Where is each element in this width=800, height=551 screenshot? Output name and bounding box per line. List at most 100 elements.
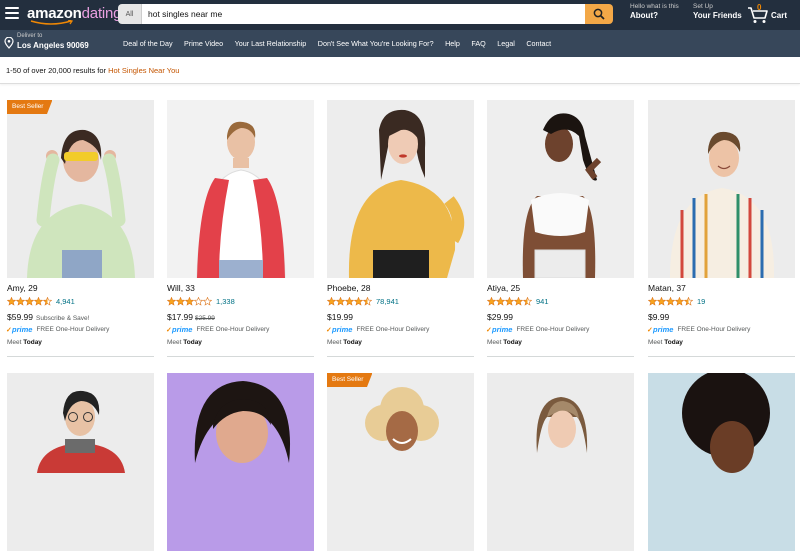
meet-day: Today bbox=[343, 339, 362, 346]
amazon-dating-logo[interactable]: amazondating bbox=[27, 5, 122, 27]
best-seller-badge: Best Seller bbox=[327, 373, 373, 387]
search-icon bbox=[593, 8, 605, 20]
product-rating[interactable]: 941 bbox=[487, 296, 549, 306]
prime-delivery-row: ✓ prime FREE One-Hour Delivery bbox=[647, 325, 751, 334]
review-count[interactable]: 4,941 bbox=[56, 297, 75, 306]
meet-day: Today bbox=[664, 339, 683, 346]
prime-delivery-row: ✓ prime FREE One-Hour Delivery bbox=[6, 325, 110, 334]
meet-prefix: Meet bbox=[327, 339, 342, 346]
star-icon bbox=[513, 296, 524, 306]
nav-link-legal[interactable]: Legal bbox=[497, 39, 515, 48]
star-icon bbox=[33, 296, 44, 306]
meet-prefix: Meet bbox=[7, 339, 22, 346]
product-photo[interactable]: Best Seller bbox=[327, 373, 474, 551]
product-photo[interactable]: Best Seller bbox=[7, 100, 154, 278]
deliver-location: Los Angeles 90069 bbox=[17, 41, 89, 50]
review-count[interactable]: 19 bbox=[697, 297, 705, 306]
hamburger-menu-icon[interactable] bbox=[5, 7, 19, 19]
card-divider bbox=[7, 356, 154, 357]
prime-logo-icon: ✓ prime bbox=[326, 325, 353, 334]
product-photo[interactable] bbox=[167, 100, 314, 278]
profile-photo-atiya bbox=[487, 100, 634, 278]
product-price: $9.99 bbox=[648, 312, 670, 322]
nav-link-dont-see[interactable]: Don't See What You're Looking For? bbox=[318, 39, 434, 48]
star-icon bbox=[522, 296, 532, 306]
product-rating[interactable]: 19 bbox=[648, 296, 705, 306]
logo-smile-icon bbox=[30, 20, 74, 25]
review-count[interactable]: 1,338 bbox=[216, 297, 235, 306]
meet-date-row: Meet Today bbox=[648, 339, 683, 346]
meet-date-row: Meet Today bbox=[167, 339, 202, 346]
product-name[interactable]: Will, 33 bbox=[167, 283, 195, 293]
cart-button[interactable]: 0 Cart bbox=[747, 3, 797, 24]
logo-dating-text: dating bbox=[81, 5, 122, 22]
meet-prefix: Meet bbox=[487, 339, 502, 346]
about-small-label: Hello what is this bbox=[630, 3, 679, 10]
nav-link-contact[interactable]: Contact bbox=[526, 39, 551, 48]
cart-count: 0 bbox=[757, 3, 762, 12]
profile-photo-matan bbox=[648, 100, 795, 278]
product-rating[interactable]: 4,941 bbox=[7, 296, 75, 306]
star-icon bbox=[175, 296, 186, 306]
product-price: $29.99 bbox=[487, 312, 513, 322]
product-photo[interactable] bbox=[7, 373, 154, 551]
star-icon bbox=[683, 296, 693, 306]
prime-delivery-row: ✓ prime FREE One-Hour Delivery bbox=[166, 325, 269, 334]
product-photo[interactable] bbox=[648, 373, 795, 551]
prime-logo-icon: ✓ prime bbox=[486, 325, 513, 334]
product-name[interactable]: Amy, 29 bbox=[7, 283, 38, 293]
star-icon bbox=[495, 296, 506, 306]
original-price: $25.99 bbox=[195, 315, 215, 322]
search-bar: All bbox=[118, 4, 613, 24]
star-rating-icon bbox=[327, 296, 372, 306]
product-price-row: $9.99 bbox=[648, 312, 669, 322]
product-rating[interactable]: 1,338 bbox=[167, 296, 235, 306]
product-price-row: $19.99 bbox=[327, 312, 353, 322]
product-photo[interactable] bbox=[487, 100, 634, 278]
meet-date-row: Meet Today bbox=[487, 339, 522, 346]
prime-logo-icon: ✓ prime bbox=[6, 325, 33, 334]
product-photo[interactable] bbox=[327, 100, 474, 278]
product-rating[interactable]: 78,941 bbox=[327, 296, 399, 306]
star-icon bbox=[193, 296, 204, 306]
profile-photo-row2-4 bbox=[487, 373, 634, 551]
review-count[interactable]: 78,941 bbox=[376, 297, 399, 306]
meet-date-row: Meet Today bbox=[327, 339, 362, 346]
star-icon bbox=[167, 296, 177, 306]
nav-link-faq[interactable]: FAQ bbox=[471, 39, 485, 48]
product-name[interactable]: Phoebe, 28 bbox=[327, 283, 370, 293]
nav-link-last-relationship[interactable]: Your Last Relationship bbox=[235, 39, 307, 48]
star-icon bbox=[327, 296, 337, 306]
star-icon bbox=[362, 296, 372, 306]
product-photo[interactable] bbox=[487, 373, 634, 551]
search-department-dropdown[interactable]: All bbox=[118, 4, 142, 24]
delivery-text: FREE One-Hour Delivery bbox=[36, 326, 110, 333]
results-bar: 1-50 of over 20,000 results for Hot Sing… bbox=[0, 57, 800, 84]
product-name[interactable]: Atiya, 25 bbox=[487, 283, 520, 293]
top-nav-bar: amazondating All Hello what is this Abou… bbox=[0, 0, 800, 30]
meet-day: Today bbox=[23, 339, 42, 346]
nav-link-help[interactable]: Help bbox=[445, 39, 460, 48]
nav-link-prime-video[interactable]: Prime Video bbox=[184, 39, 223, 48]
product-photo[interactable] bbox=[648, 100, 795, 278]
prime-delivery-row: ✓ prime FREE One-Hour Delivery bbox=[486, 325, 589, 334]
review-count[interactable]: 941 bbox=[536, 297, 549, 306]
star-rating-icon bbox=[7, 296, 52, 306]
meet-date-row: Meet Today bbox=[7, 339, 42, 346]
profile-photo-will bbox=[167, 100, 314, 278]
meet-day: Today bbox=[503, 339, 522, 346]
product-name[interactable]: Matan, 37 bbox=[648, 283, 686, 293]
star-icon bbox=[335, 296, 346, 306]
star-icon bbox=[665, 296, 676, 306]
product-photo[interactable] bbox=[167, 373, 314, 551]
nav-links: Deal of the Day Prime Video Your Last Re… bbox=[123, 39, 563, 48]
setup-small-label: Set Up bbox=[693, 3, 713, 10]
product-price: $59.99 bbox=[7, 312, 33, 322]
delivery-text: FREE One-Hour Delivery bbox=[677, 326, 751, 333]
product-price-row: $29.99 bbox=[487, 312, 513, 322]
search-button[interactable] bbox=[585, 4, 613, 24]
setup-friends-link[interactable]: Set Up Your Friends bbox=[693, 3, 742, 20]
about-account-link[interactable]: Hello what is this About? bbox=[630, 3, 679, 20]
search-input[interactable] bbox=[142, 4, 585, 24]
nav-link-deal-of-the-day[interactable]: Deal of the Day bbox=[123, 39, 173, 48]
